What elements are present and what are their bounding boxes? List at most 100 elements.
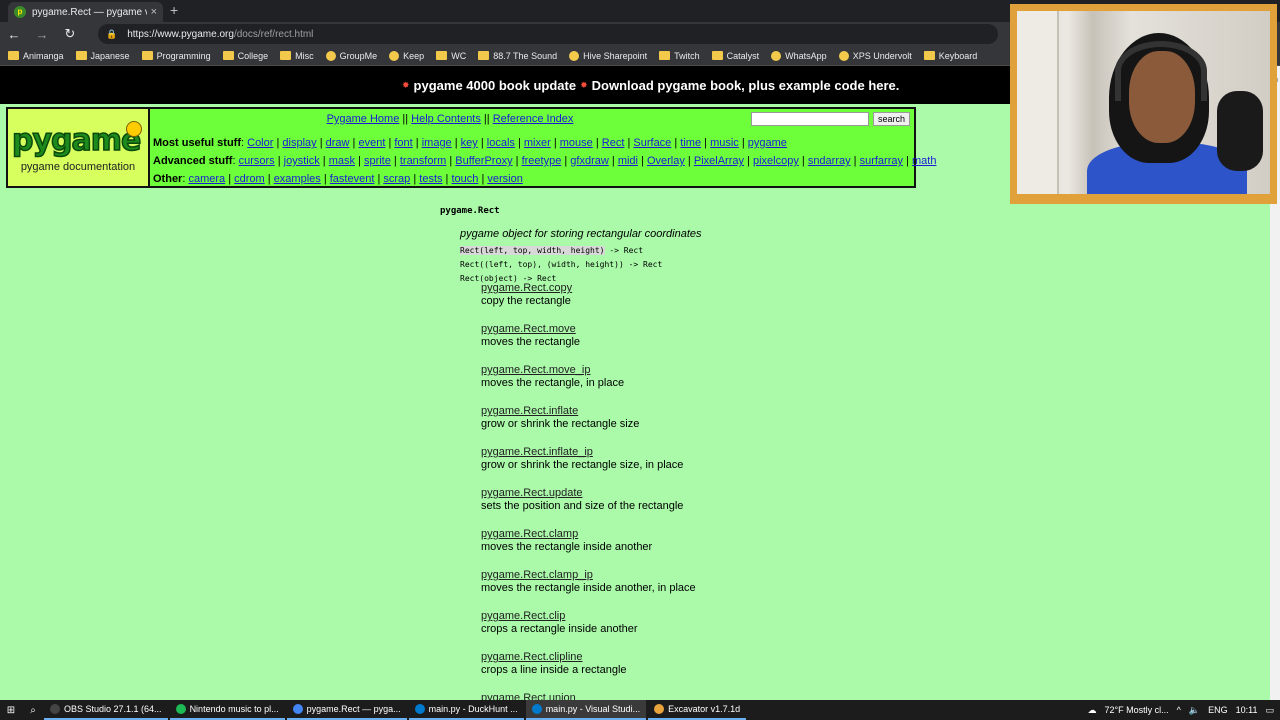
bookmark-item[interactable]: Twitch (659, 51, 700, 61)
method-link[interactable]: pygame.Rect.clip (481, 610, 565, 622)
module-link[interactable]: sprite (364, 155, 391, 167)
module-link[interactable]: Overlay (647, 155, 685, 167)
module-link[interactable]: pixelcopy (753, 155, 799, 167)
module-link[interactable]: camera (188, 173, 225, 185)
bookmark-item[interactable]: XPS Undervolt (838, 50, 912, 61)
address-bar[interactable]: 🔒 https://www.pygame.org /docs/ref/rect.… (98, 24, 998, 44)
module-link[interactable]: scrap (383, 173, 410, 185)
windows-taskbar: ⊞ ⌕ OBS Studio 27.1.1 (64... Nintendo mus… (0, 700, 1280, 720)
bookmark-item[interactable]: Keyboard (923, 51, 977, 61)
module-link[interactable]: joystick (284, 155, 320, 167)
browser-tab[interactable]: p pygame.Rect — pygame v2.0.1.d × (8, 2, 163, 22)
method-link[interactable]: pygame.Rect.inflate_ip (481, 446, 593, 458)
bookmark-item[interactable]: Hive Sharepoint (569, 50, 647, 61)
back-icon[interactable]: ← (0, 27, 28, 42)
method-link[interactable]: pygame.Rect.update (481, 487, 583, 499)
module-link[interactable]: pygame (748, 137, 787, 149)
bookmark-item[interactable]: Japanese (75, 51, 130, 61)
method-link[interactable]: pygame.Rect.clipline (481, 651, 583, 663)
taskbar-app[interactable]: pygame.Rect — pyga... (286, 700, 407, 720)
module-link[interactable]: draw (326, 137, 350, 149)
bookmark-item[interactable]: WC (436, 51, 466, 61)
weather-icon[interactable]: ☁ (1088, 705, 1097, 716)
taskbar-app[interactable]: main.py - Visual Studi... (525, 700, 647, 720)
module-link[interactable]: cursors (239, 155, 275, 167)
method-link[interactable]: pygame.Rect.move_ip (481, 364, 590, 376)
bookmark-item[interactable]: Animanga (8, 51, 64, 61)
language-indicator[interactable]: ENG (1208, 705, 1228, 715)
module-link[interactable]: display (282, 137, 316, 149)
module-link[interactable]: font (394, 137, 412, 149)
bookmark-item[interactable]: Misc (280, 51, 314, 61)
method-description: moves the rectangle, in place (481, 377, 625, 389)
notification-icon[interactable]: ▭ (1265, 705, 1274, 716)
method-link[interactable]: pygame.Rect.inflate (481, 405, 578, 417)
module-link[interactable]: version (487, 173, 522, 185)
bookmark-label: College (237, 50, 269, 61)
search-input[interactable] (750, 112, 869, 126)
module-link[interactable]: transform (400, 155, 446, 167)
method-link[interactable]: pygame.Rect.clamp_ip (481, 569, 593, 581)
method-link[interactable]: pygame.Rect.move (481, 323, 576, 335)
weather-text[interactable]: 72°F Mostly cl... (1105, 705, 1169, 715)
windows-start-icon[interactable]: ⊞ (0, 705, 22, 716)
top-link[interactable]: Help Contents (411, 113, 481, 125)
module-link[interactable]: gfxdraw (570, 155, 609, 167)
method-link[interactable]: pygame.Rect.clamp (481, 528, 578, 540)
folder-icon (325, 50, 336, 61)
module-link[interactable]: mixer (524, 137, 551, 149)
new-tab-icon[interactable]: + (170, 2, 178, 18)
module-link[interactable]: time (680, 137, 701, 149)
module-link[interactable]: fastevent (330, 173, 375, 185)
taskbar-app[interactable]: OBS Studio 27.1.1 (64... (44, 700, 168, 720)
top-link[interactable]: Pygame Home (327, 113, 400, 125)
module-link[interactable]: locals (487, 137, 515, 149)
clock[interactable]: 10:11 (1236, 705, 1258, 715)
module-link[interactable]: mask (329, 155, 355, 167)
module-link[interactable]: tests (419, 173, 442, 185)
module-link[interactable]: cdrom (234, 173, 265, 185)
module-link[interactable]: sndarray (808, 155, 851, 167)
top-link[interactable]: Reference Index (493, 113, 574, 125)
bookmark-item[interactable]: Programming (141, 51, 211, 61)
chevron-up-icon[interactable]: ^ (1177, 705, 1181, 715)
taskbar-app[interactable]: main.py - DuckHunt ... (408, 700, 524, 720)
row-label: Advanced stuff (153, 155, 233, 167)
reload-icon[interactable]: ↻ (56, 26, 84, 42)
bookmark-item[interactable]: College (222, 50, 269, 61)
module-link[interactable]: Rect (602, 137, 625, 149)
module-link[interactable]: Color (247, 137, 273, 149)
forward-icon[interactable]: → (28, 27, 56, 42)
bookmark-item[interactable]: GroupMe (325, 50, 377, 61)
module-link[interactable]: Surface (633, 137, 671, 149)
module-link[interactable]: mouse (560, 137, 593, 149)
bookmark-label: WhatsApp (785, 50, 827, 61)
bookmark-item[interactable]: Catalyst (711, 51, 759, 61)
method-link[interactable]: pygame.Rect.copy (481, 282, 572, 294)
bookmark-item[interactable]: Keep (389, 50, 424, 61)
method-link[interactable]: pygame.Rect.union (481, 692, 576, 700)
method-description: moves the rectangle inside another (481, 541, 653, 553)
taskbar-app[interactable]: Excavator v1.7.1d (648, 700, 747, 720)
search-icon[interactable]: ⌕ (22, 705, 44, 716)
bookmark-item[interactable]: 88.7 The Sound (478, 51, 557, 61)
module-link[interactable]: freetype (522, 155, 562, 167)
module-link[interactable]: touch (451, 173, 478, 185)
module-link[interactable]: key (461, 137, 478, 149)
module-link[interactable]: music (710, 137, 739, 149)
close-tab-icon[interactable]: × (151, 6, 157, 18)
logo-area[interactable]: pygame pygame documentation (8, 109, 150, 186)
module-link[interactable]: PixelArray (694, 155, 744, 167)
module-link[interactable]: math (912, 155, 936, 167)
method-description: moves the rectangle (481, 336, 581, 348)
bookmark-item[interactable]: WhatsApp (771, 50, 827, 61)
volume-icon[interactable]: 🔈 (1189, 705, 1200, 716)
search-button[interactable]: search (872, 112, 910, 126)
module-link[interactable]: midi (618, 155, 638, 167)
module-link[interactable]: BufferProxy (455, 155, 512, 167)
module-link[interactable]: examples (274, 173, 321, 185)
module-link[interactable]: surfarray (860, 155, 903, 167)
taskbar-app[interactable]: Nintendo music to pl... (169, 700, 285, 720)
module-link[interactable]: image (422, 137, 452, 149)
module-link[interactable]: event (358, 137, 385, 149)
